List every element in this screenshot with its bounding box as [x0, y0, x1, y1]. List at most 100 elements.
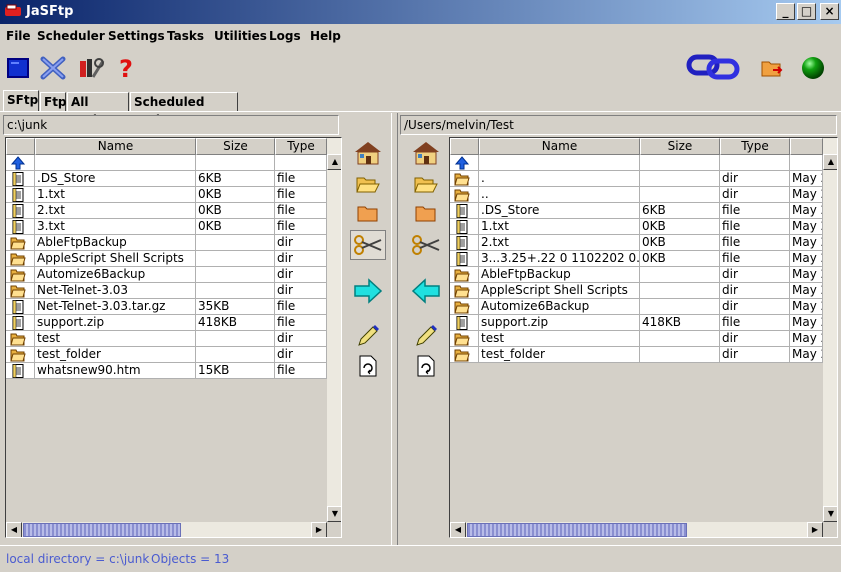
local-path[interactable]: c:\junk: [3, 115, 339, 135]
tab-ftp[interactable]: Ftp: [40, 92, 67, 112]
disconnect-button[interactable]: [38, 53, 68, 83]
table-row[interactable]: .DS_Store 6KB file: [6, 171, 327, 187]
table-row[interactable]: support.zip 418KB file: [6, 315, 327, 331]
column-header-icon[interactable]: [6, 138, 35, 155]
column-header-type[interactable]: Type: [720, 138, 790, 155]
file-size: [640, 187, 720, 203]
local-vertical-scrollbar[interactable]: ▲ ▼: [327, 138, 341, 522]
connect-button[interactable]: [3, 53, 33, 83]
maximize-button[interactable]: □: [797, 3, 816, 20]
table-row[interactable]: [6, 155, 327, 171]
connection-status[interactable]: [686, 52, 740, 82]
scroll-left-button[interactable]: ◀: [450, 522, 466, 537]
file-type: file: [275, 315, 327, 331]
close-button[interactable]: ×: [820, 3, 839, 20]
table-row[interactable]: AbleFtpBackup dir: [6, 235, 327, 251]
local-open-folder-button[interactable]: [350, 170, 386, 200]
status-local-directory: local directory = c:\junk: [6, 552, 150, 566]
file-icon: [10, 172, 26, 186]
remote-vertical-scrollbar[interactable]: ▲ ▼: [823, 138, 837, 522]
table-row[interactable]: 2.txt0KBfileMay 2: [450, 235, 823, 251]
tools-button[interactable]: [76, 53, 106, 83]
scroll-down-button[interactable]: ▼: [823, 506, 837, 522]
menu-settings[interactable]: Settings: [108, 29, 165, 43]
table-row[interactable]: whatsnew90.htm 15KB file: [6, 363, 327, 379]
scroll-left-button[interactable]: ◀: [6, 522, 22, 537]
scroll-right-button[interactable]: ▶: [311, 522, 327, 537]
download-button[interactable]: [408, 276, 444, 306]
menu-file[interactable]: File: [6, 29, 31, 43]
remote-new-folder-button[interactable]: [408, 198, 444, 228]
table-row[interactable]: Automize6Backup dir: [6, 267, 327, 283]
open-folder-button[interactable]: [757, 53, 787, 83]
status-ball-button[interactable]: [798, 53, 828, 83]
table-row[interactable]: test dir: [6, 331, 327, 347]
file-type: file: [720, 315, 790, 331]
tab-scheduled-tasks[interactable]: Scheduled Tasks: [130, 92, 238, 127]
remote-open-folder-button[interactable]: [408, 170, 444, 200]
local-cut-button[interactable]: [350, 230, 386, 260]
table-row[interactable]: AbleFtpBackup dirMay 2: [450, 267, 823, 283]
local-home-button[interactable]: [350, 138, 386, 168]
table-row[interactable]: [450, 155, 823, 171]
folder-icon: [10, 236, 26, 250]
table-row[interactable]: 3...3.25+.22 0 1102202 0...0KBfileMay 2: [450, 251, 823, 267]
table-row[interactable]: . dirMay 2: [450, 171, 823, 187]
minimize-button[interactable]: _: [776, 3, 795, 20]
remote-home-button[interactable]: [408, 138, 444, 168]
column-header-type[interactable]: Type: [275, 138, 327, 155]
table-row[interactable]: .. dirMay 2: [450, 187, 823, 203]
tab-all-tasks[interactable]: All Tasks: [67, 92, 129, 127]
table-row[interactable]: test dirMay 2: [450, 331, 823, 347]
row-icon-cell: [6, 251, 35, 267]
pane-splitter[interactable]: [391, 113, 398, 545]
column-header-name[interactable]: Name: [35, 138, 196, 155]
table-row[interactable]: test_folder dirMay 2: [450, 347, 823, 363]
file-name: ..: [479, 187, 640, 203]
scroll-right-button[interactable]: ▶: [807, 522, 823, 537]
folder-icon: [357, 206, 378, 222]
scroll-up-button[interactable]: ▲: [327, 154, 341, 170]
table-row[interactable]: 1.txt0KBfileMay 2: [450, 219, 823, 235]
scroll-thumb[interactable]: [467, 523, 687, 537]
file-name: .DS_Store: [35, 171, 196, 187]
column-header-size[interactable]: Size: [196, 138, 275, 155]
table-row[interactable]: Automize6Backup dirMay 2: [450, 299, 823, 315]
table-row[interactable]: AppleScript Shell Scripts dirMay 2: [450, 283, 823, 299]
scroll-down-button[interactable]: ▼: [327, 506, 341, 522]
table-row[interactable]: test_folder dir: [6, 347, 327, 363]
table-row[interactable]: 1.txt 0KB file: [6, 187, 327, 203]
menu-utilities[interactable]: Utilities: [214, 29, 267, 43]
local-horizontal-scrollbar[interactable]: ◀ ▶: [6, 522, 327, 537]
menu-scheduler[interactable]: Scheduler: [37, 29, 105, 43]
remote-rename-button[interactable]: [408, 320, 444, 350]
file-date: May 2: [790, 299, 823, 315]
scroll-up-button[interactable]: ▲: [823, 154, 837, 170]
help-button[interactable]: ?: [111, 53, 141, 83]
remote-cut-button[interactable]: [408, 230, 444, 260]
remote-refresh-button[interactable]: [408, 351, 444, 381]
column-header-date[interactable]: [790, 138, 823, 155]
column-header-icon[interactable]: [450, 138, 479, 155]
table-row[interactable]: Net-Telnet-3.03 dir: [6, 283, 327, 299]
menu-tasks[interactable]: Tasks: [167, 29, 204, 43]
table-row[interactable]: support.zip418KBfileMay 2: [450, 315, 823, 331]
remote-horizontal-scrollbar[interactable]: ◀ ▶: [450, 522, 823, 537]
menu-help[interactable]: Help: [310, 29, 341, 43]
tab-sftp[interactable]: SFtp: [3, 90, 39, 112]
table-row[interactable]: Net-Telnet-3.03.tar.gz 35KB file: [6, 299, 327, 315]
column-header-name[interactable]: Name: [479, 138, 640, 155]
table-row[interactable]: 2.txt 0KB file: [6, 203, 327, 219]
menu-logs[interactable]: Logs: [269, 29, 301, 43]
local-new-folder-button[interactable]: [350, 198, 386, 228]
remote-path[interactable]: /Users/melvin/Test: [400, 115, 837, 135]
file-size: 6KB: [640, 203, 720, 219]
column-header-size[interactable]: Size: [640, 138, 720, 155]
local-rename-button[interactable]: [350, 320, 386, 350]
table-row[interactable]: 3.txt 0KB file: [6, 219, 327, 235]
local-refresh-button[interactable]: [350, 351, 386, 381]
scroll-thumb[interactable]: [23, 523, 181, 537]
upload-button[interactable]: [350, 276, 386, 306]
table-row[interactable]: .DS_Store6KBfileMay 2: [450, 203, 823, 219]
table-row[interactable]: AppleScript Shell Scripts dir: [6, 251, 327, 267]
